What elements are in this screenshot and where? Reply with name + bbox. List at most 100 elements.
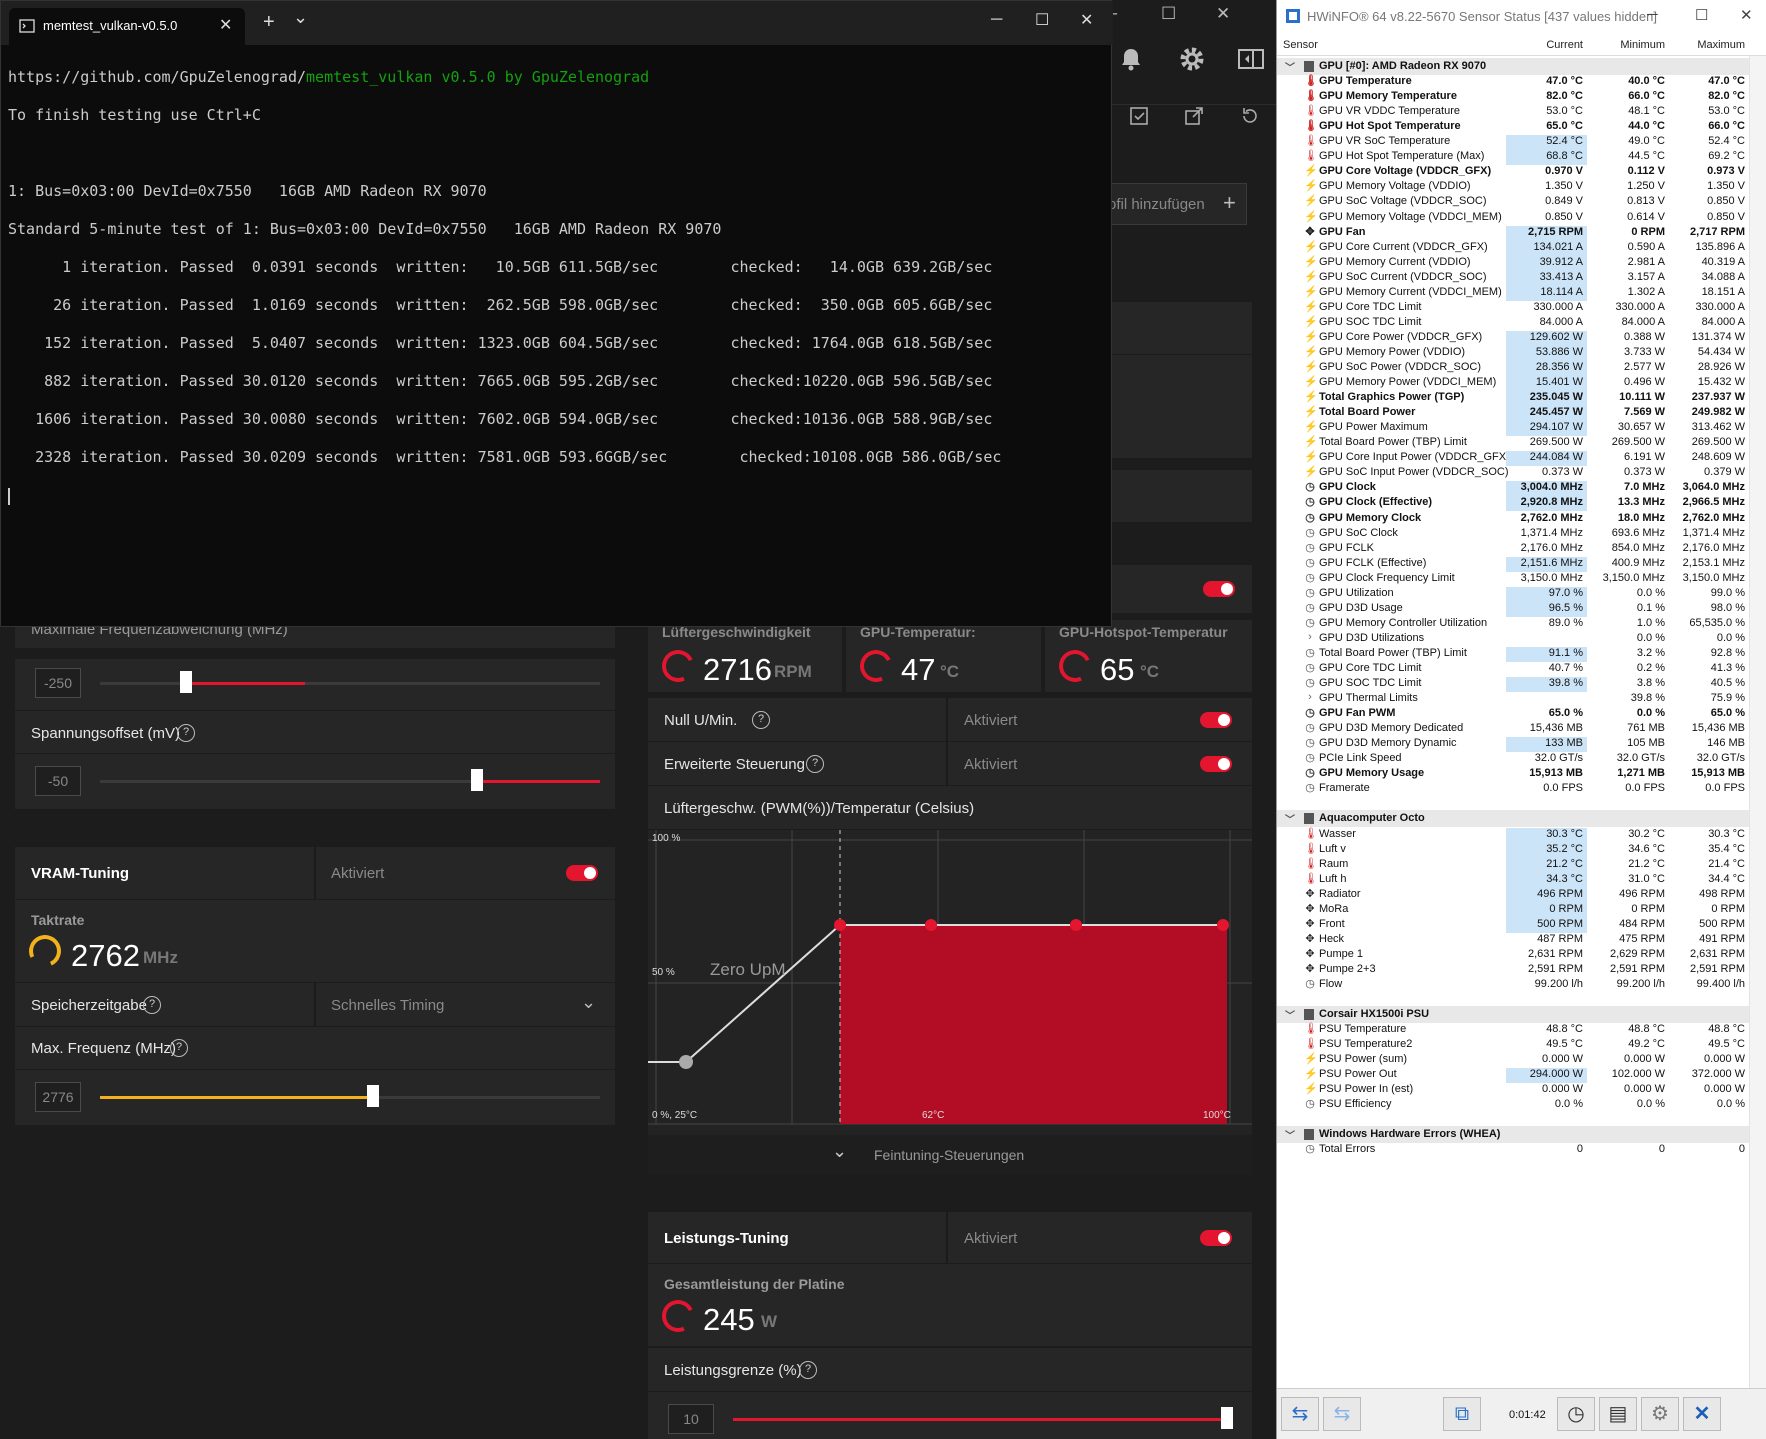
right-panel-toggle[interactable] [1203,581,1235,597]
board-power-unit: W [761,1312,778,1331]
advanced-control-help-icon[interactable]: ? [806,755,824,773]
memory-timing-help-icon[interactable]: ? [143,996,161,1014]
notifications-bell-icon[interactable] [1118,46,1144,72]
zero-rpm-toggle[interactable] [1200,712,1232,728]
voltage-offset-value[interactable]: -50 [35,766,81,796]
hwinfo-window[interactable]: HWiNFO® 64 v8.22-5670 Sensor Status [437… [1276,0,1766,1439]
thermometer-icon: 🌡 [1304,827,1318,840]
max-frequency-thumb[interactable] [367,1085,379,1107]
terminal-line-finish: To finish testing use Ctrl+C [8,106,261,124]
collapse-icon[interactable]: ﹀ [1285,811,1295,826]
power-tuning-toggle[interactable] [1200,1230,1232,1246]
collapse-icon[interactable]: ﹀ [1285,1007,1295,1022]
sensor-group-name: Aquacomputer Octo [1319,812,1425,825]
memory-timing-dropdown[interactable]: Schnelles Timing ⌄ [316,983,615,1026]
clock-icon[interactable]: ◷ [1557,1397,1595,1431]
collapse-icon[interactable]: ﹀ [1285,59,1295,74]
board-power-gauge-icon [657,1295,699,1337]
amd-close-button[interactable]: ✕ [1216,4,1230,24]
col-current[interactable]: Current [1506,39,1587,51]
sensor-maximum: 131.374 W [1691,330,1745,343]
advanced-control-toggle[interactable] [1200,756,1232,772]
hwinfo-minimize-button[interactable]: ─ [1647,6,1658,23]
fine-tuning-toggle[interactable]: ⌄ Feintuning-Steuerungen [648,1135,1252,1175]
sensor-minimum: 3.2 % [1636,646,1665,659]
sensor-maximum: 0.850 V [1707,195,1745,208]
terminal-tab[interactable]: memtest_vulkan-v0.5.0 ✕ [9,8,245,45]
sensor-row[interactable]: ◷ Framerate 0.0 FPS 0.0 FPS 0.0 FPS [1277,780,1749,797]
profile-add-button[interactable]: ofil hinzufügen + [1100,183,1247,225]
max-frequency-value[interactable]: 2776 [35,1082,81,1112]
terminal-tab-bar: memtest_vulkan-v0.5.0 ✕ + ⌄ ─ ☐ ✕ [1,1,1113,45]
nav-arrows-icon[interactable]: ⇆ [1281,1397,1319,1431]
settings-gear-icon[interactable] [1179,46,1205,72]
sensor-row[interactable]: ◷ Flow 99.200 l/h 99.200 l/h 99.400 l/h [1277,976,1749,993]
sensor-minimum: 13.3 MHz [1617,496,1665,509]
hwinfo-close-button[interactable]: ✕ [1740,6,1753,24]
gpu-temp-card: GPU-Temperatur: 47 °C [846,620,1041,692]
sensor-maximum: 15.432 W [1697,376,1745,389]
max-freq-deviation-track[interactable] [100,682,600,685]
sidebar-toggle-icon[interactable] [1237,48,1265,70]
terminal-close-button[interactable]: ✕ [1080,10,1093,30]
power-limit-track[interactable] [733,1418,1233,1421]
sensor-name: Total Board Power (TBP) Limit [1319,646,1467,659]
col-maximum[interactable]: Maximum [1669,39,1749,51]
sensor-minimum: 0.0 % [1636,586,1665,599]
voltage-offset-help-icon[interactable]: ? [177,724,195,742]
sensor-minimum: 102.000 W [1611,1068,1665,1081]
lightning-icon: ⚡ [1304,315,1318,328]
col-minimum[interactable]: Minimum [1589,39,1669,51]
lightning-icon: ⚡ [1304,376,1318,389]
col-sensor[interactable]: Sensor [1283,39,1318,51]
terminal-tab-title: memtest_vulkan-v0.5.0 [43,18,178,33]
power-limit-value[interactable]: 10 [668,1404,714,1434]
reset-icon[interactable] [1240,106,1260,126]
voltage-offset-thumb[interactable] [471,769,483,791]
network-icon[interactable]: ⧉ [1443,1397,1481,1431]
sensor-minimum: 0 [1658,1143,1665,1156]
amd-maximize-button[interactable]: ☐ [1161,4,1176,24]
sensor-name: GPU Core TDC Limit [1319,300,1422,313]
sensor-row[interactable]: ◷ PSU Efficiency 0.0 % 0.0 % 0.0 % [1277,1096,1749,1113]
sensor-minimum: 3,150.0 MHz [1602,571,1665,584]
sensor-minimum: 0.0 FPS [1625,782,1665,795]
sensor-name: MoRa [1319,902,1349,915]
thermometer-icon: 🌡 [1304,872,1318,885]
terminal-minimize-button[interactable]: ─ [991,11,1002,29]
sensor-maximum: 82.0 °C [1708,90,1745,103]
tab-dropdown-icon[interactable]: ⌄ [293,7,308,28]
nav-arrows-secondary-icon[interactable]: ⇆ [1323,1397,1361,1431]
sensor-maximum: 248.609 W [1691,451,1745,464]
terminal-cursor [8,488,10,505]
sensor-row[interactable]: ◷ Total Errors 0 0 0 [1277,1141,1749,1158]
sensor-maximum: 15,436 MB [1691,722,1745,735]
tab-close-icon[interactable]: ✕ [219,15,232,35]
max-freq-deviation-value[interactable]: -250 [35,668,81,698]
report-icon[interactable]: ▤ [1599,1397,1637,1431]
max-freq-deviation-thumb[interactable] [180,671,192,693]
terminal-window[interactable]: memtest_vulkan-v0.5.0 ✕ + ⌄ ─ ☐ ✕ https:… [0,0,1113,627]
expand-icon[interactable]: › [1304,631,1316,645]
fan-icon: ✥ [1305,947,1315,960]
fan-curve-graph[interactable]: 100 % 50 % Zero UpM 0 %, 25°C 62°C 100°C [648,830,1252,1135]
zero-rpm-help-icon[interactable]: ? [752,711,770,729]
apply-profile-icon[interactable] [1129,106,1149,126]
hwinfo-maximize-button[interactable]: ☐ [1695,6,1708,24]
hwinfo-sensor-list[interactable]: ﹀ GPU [#0]: AMD Radeon RX 9070 🌡 GPU Temper… [1277,58,1749,1378]
lightning-icon: ⚡ [1304,1068,1318,1081]
vram-tuning-toggle[interactable] [566,865,598,881]
expand-icon[interactable]: › [1304,691,1316,705]
export-profile-icon[interactable] [1184,106,1204,126]
terminal-maximize-button[interactable]: ☐ [1035,10,1049,30]
max-frequency-help-icon[interactable]: ? [170,1039,188,1057]
settings-gear-icon[interactable]: ⚙ [1641,1397,1679,1431]
new-tab-button[interactable]: + [263,11,275,34]
power-limit-help-icon[interactable]: ? [799,1361,817,1379]
profile-add-label: ofil hinzufügen [1108,196,1205,213]
close-icon[interactable]: ✕ [1683,1397,1721,1431]
collapse-icon[interactable]: ﹀ [1285,1127,1295,1142]
hwinfo-scrollbar[interactable] [1749,56,1766,1388]
sensor-maximum: 35.4 °C [1708,842,1745,855]
power-limit-thumb[interactable] [1221,1407,1233,1429]
